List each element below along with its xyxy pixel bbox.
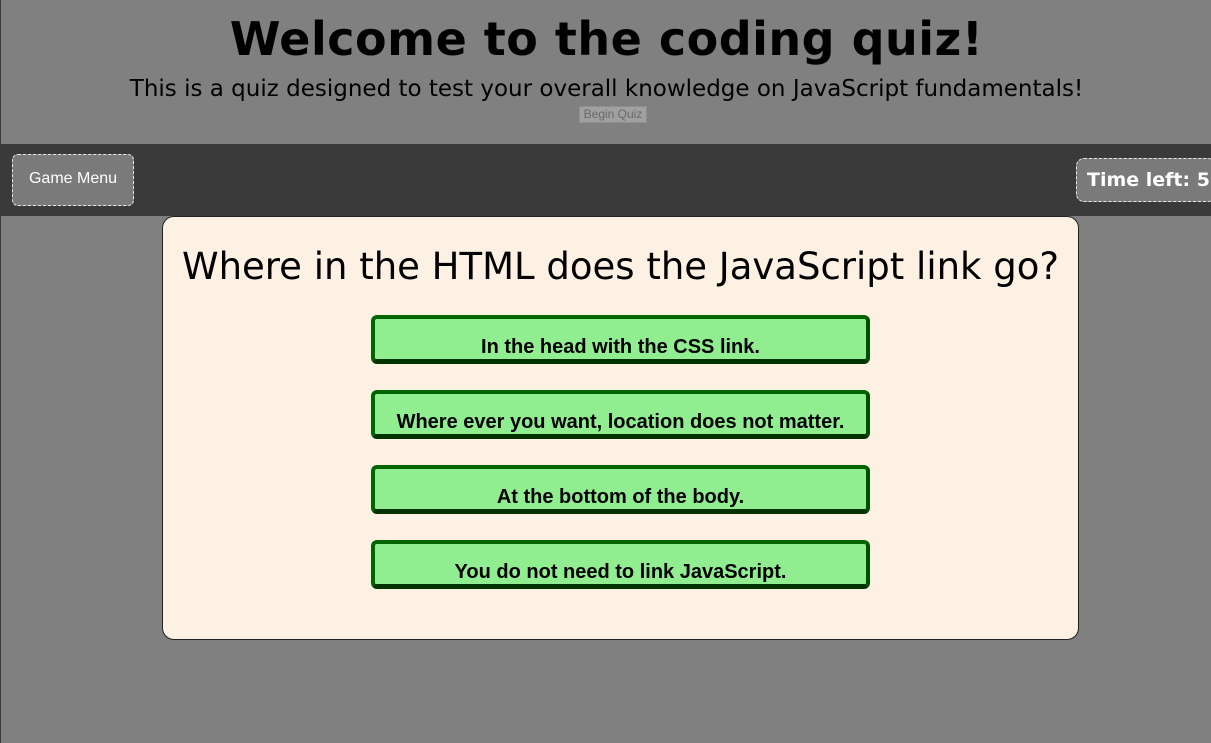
game-navbar: Game Menu Time left: 51 — [1, 144, 1211, 216]
page-subtitle: This is a quiz designed to test your ove… — [129, 76, 1084, 102]
question-text: Where in the HTML does the JavaScript li… — [181, 245, 1059, 288]
page-title: Welcome to the coding quiz! — [229, 12, 984, 66]
question-card: Where in the HTML does the JavaScript li… — [162, 216, 1079, 640]
answer-button-2[interactable]: Where ever you want, location does not m… — [371, 390, 870, 439]
time-left-display: Time left: 51 — [1076, 158, 1211, 202]
answer-button-4[interactable]: You do not need to link JavaScript. — [371, 540, 870, 589]
begin-quiz-button[interactable]: Begin Quiz — [579, 106, 647, 123]
answer-button-3[interactable]: At the bottom of the body. — [371, 465, 870, 514]
game-menu-button[interactable]: Game Menu — [12, 154, 134, 206]
page-header: Welcome to the coding quiz! This is a qu… — [1, 0, 1211, 144]
answer-button-1[interactable]: In the head with the CSS link. — [371, 315, 870, 364]
